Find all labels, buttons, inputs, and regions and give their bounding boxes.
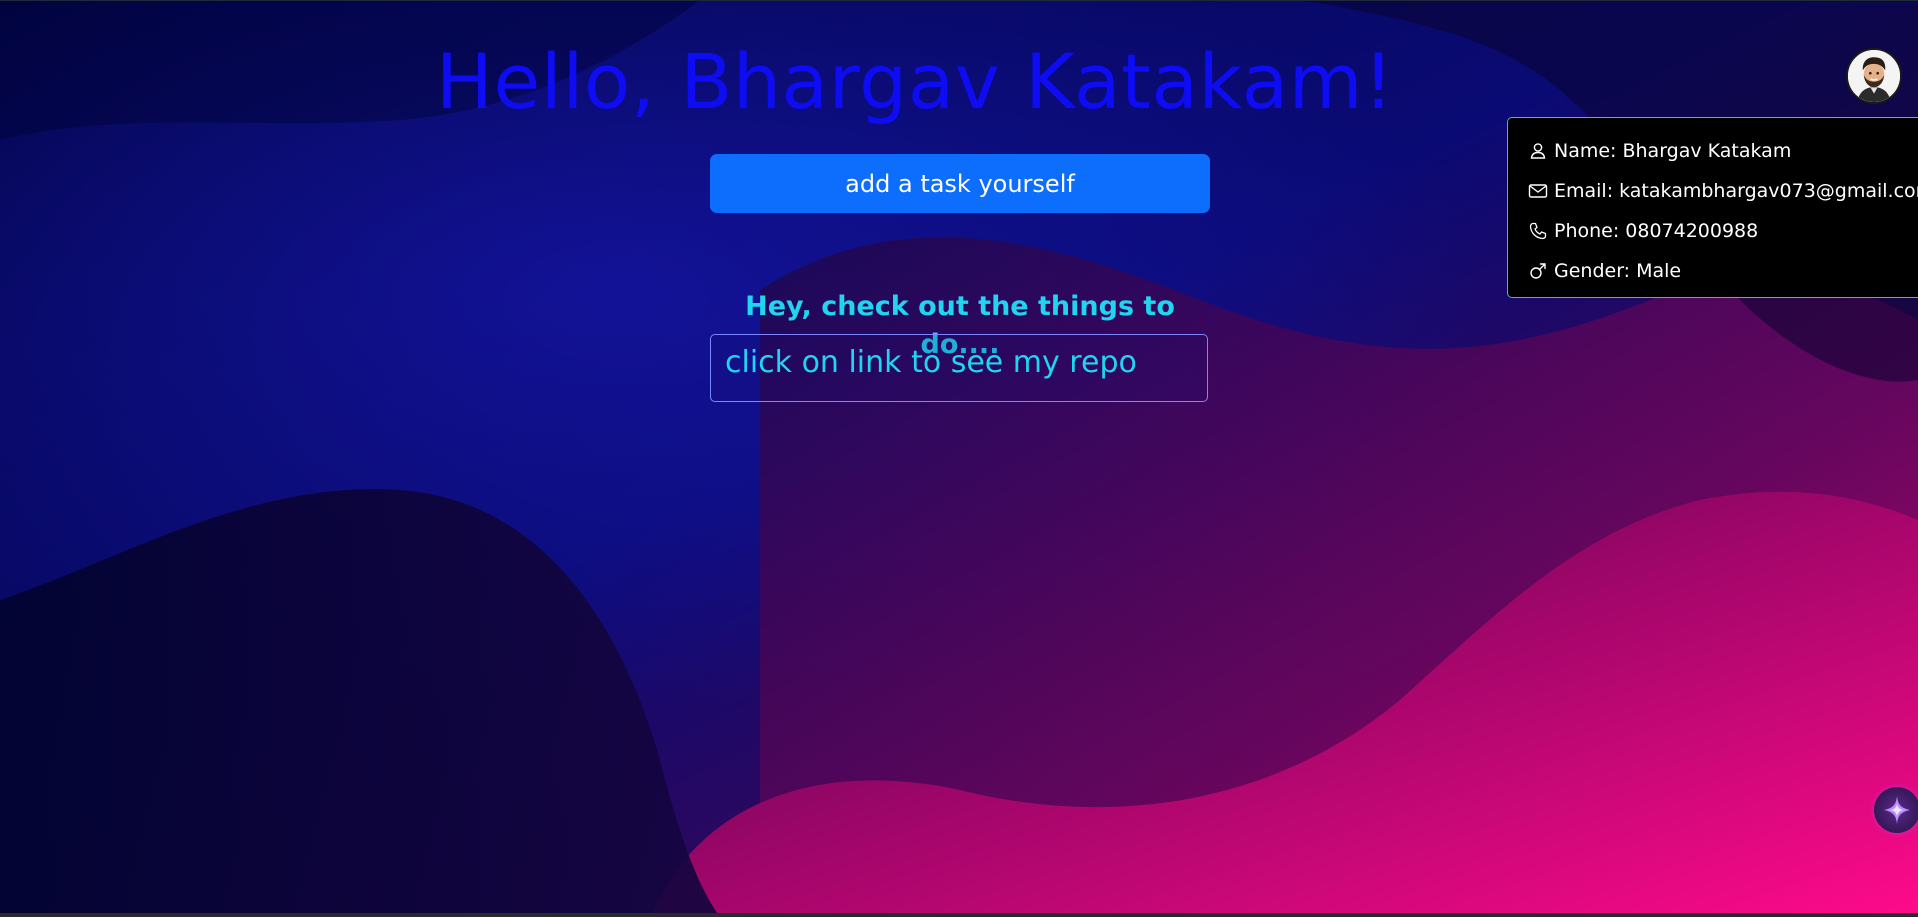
profile-email-row: Email: katakambhargav073@gmail.com [1528,178,1918,204]
repo-link[interactable]: click on link to see my repo [725,343,1137,383]
assistant-fab-button[interactable] [1874,787,1918,833]
profile-name-value: Bhargav Katakam [1622,140,1792,162]
page-title: Hello, Bhargav Katakam! [435,37,1395,126]
sparkle-icon [1884,796,1910,824]
male-gender-icon [1530,263,1546,279]
user-avatar-icon [1848,50,1900,102]
profile-gender-row: Gender: Male [1528,258,1681,284]
profile-phone-label: Phone: [1554,220,1620,242]
profile-gender-value: Male [1636,260,1682,282]
profile-gender-label: Gender: [1554,260,1631,282]
add-task-button[interactable]: add a task yourself [710,154,1210,213]
profile-card: Name: Bhargav Katakam Email: katakambhar… [1507,117,1918,298]
telephone-icon [1529,222,1547,240]
page: Hello, Bhargav Katakam! add a task yours… [0,0,1918,917]
profile-name-label: Name: [1554,140,1617,162]
envelope-icon [1528,184,1548,198]
repo-link-box: click on link to see my repo [710,334,1208,402]
top-border [0,0,1918,1]
profile-phone-row: Phone: 08074200988 [1528,218,1758,244]
profile-email-label: Email: [1554,180,1614,202]
bottom-border [0,913,1918,917]
profile-phone-value: 08074200988 [1625,220,1759,242]
avatar[interactable] [1846,48,1902,104]
profile-email-value: katakambhargav073@gmail.com [1619,180,1918,202]
person-icon [1530,143,1546,159]
profile-name-row: Name: Bhargav Katakam [1528,138,1791,164]
